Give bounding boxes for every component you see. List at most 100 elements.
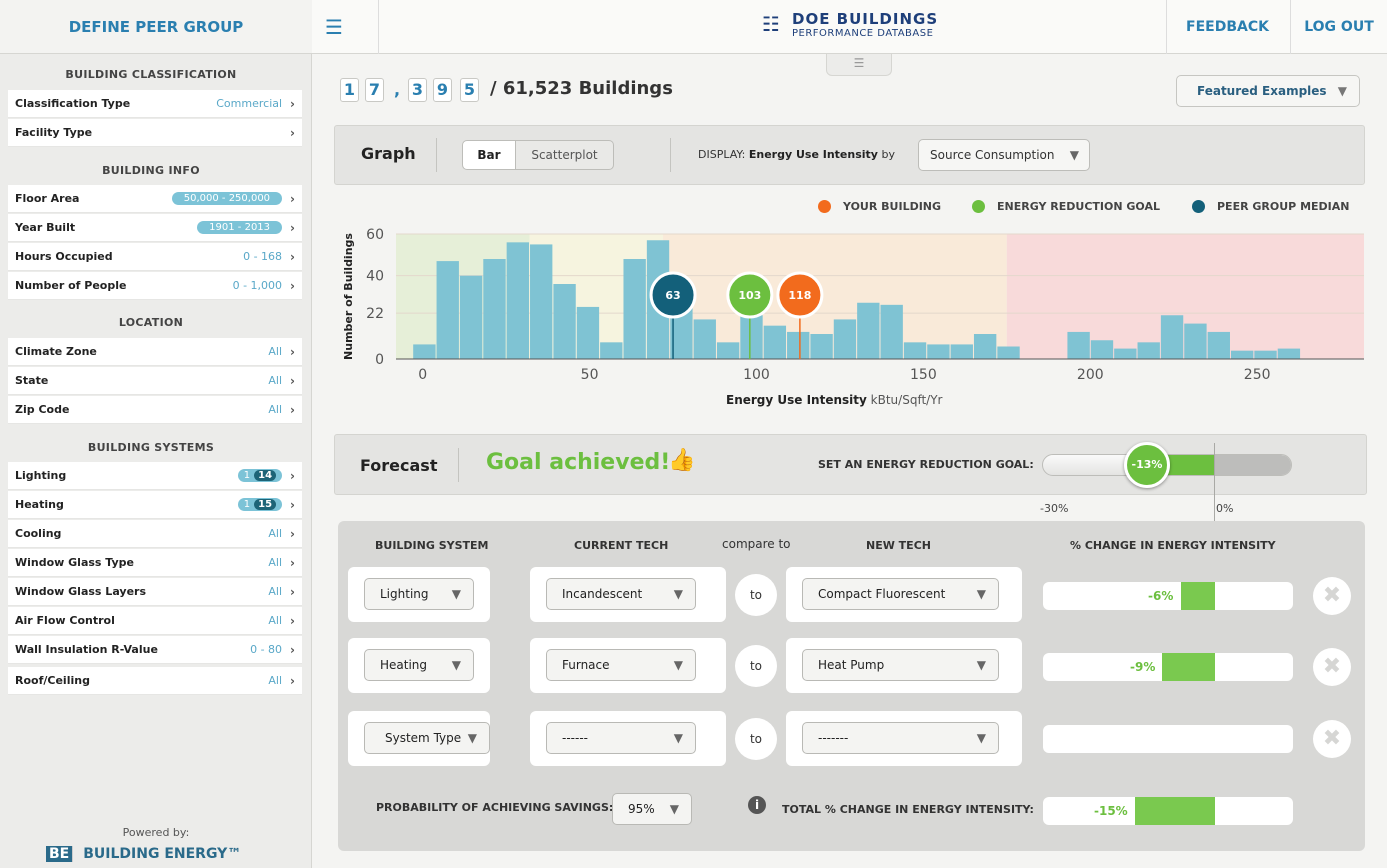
filter-value: All xyxy=(268,403,283,416)
chevron-right-icon: › xyxy=(290,278,295,293)
select-value: Heating xyxy=(380,658,428,672)
filter-label: Climate Zone xyxy=(15,345,97,358)
new-tech-select[interactable]: Compact Fluorescent ▼ xyxy=(802,578,999,610)
chevron-right-icon: › xyxy=(290,125,295,140)
feedback-link[interactable]: FEEDBACK xyxy=(1166,0,1288,54)
hamburger-icon[interactable]: ☰ xyxy=(320,16,348,38)
histogram-bar xyxy=(1160,315,1184,359)
range-pill[interactable]: 50,000 - 250,000 xyxy=(171,192,283,205)
filter-window-glass-layers[interactable]: Window Glass Layers All › xyxy=(8,578,302,606)
filter-climate-zone[interactable]: Climate Zone All › xyxy=(8,338,302,366)
select-value: Heat Pump xyxy=(818,658,885,672)
display-label: DISPLAY: Energy Use Intensity by xyxy=(698,148,895,161)
system-select-lighting[interactable]: Lighting ▼ xyxy=(364,578,474,610)
filter-floor-area[interactable]: Floor Area 50,000 - 250,000 › xyxy=(8,185,302,213)
display-prefix: DISPLAY: xyxy=(698,148,746,161)
filter-window-glass-type[interactable]: Window Glass Type All › xyxy=(8,549,302,577)
filter-label: State xyxy=(15,374,49,387)
count-pill[interactable]: 1 14 xyxy=(237,469,283,482)
probability-select[interactable]: 95% ▼ xyxy=(612,793,692,825)
section-building-systems: BUILDING SYSTEMS xyxy=(87,441,215,454)
marker-label-median: 63 xyxy=(665,289,680,302)
filter-air-flow-control[interactable]: Air Flow Control All › xyxy=(8,607,302,635)
filter-zip-code[interactable]: Zip Code All › xyxy=(8,396,302,424)
display-select[interactable]: Source Consumption ▼ xyxy=(918,139,1090,171)
filter-value: All xyxy=(268,585,283,598)
filter-cooling[interactable]: Cooling All › xyxy=(8,520,302,548)
logo-subtitle: PERFORMANCE DATABASE xyxy=(792,28,934,39)
histogram-bar xyxy=(950,344,973,359)
filter-number-of-people[interactable]: Number of People 0 - 1,000 › xyxy=(8,272,302,300)
new-tech-select[interactable]: ------- ▼ xyxy=(802,722,999,754)
histogram-bar xyxy=(600,342,623,359)
histogram-bar xyxy=(1207,331,1230,359)
change-bar xyxy=(1043,725,1293,753)
display-metric: Energy Use Intensity xyxy=(748,148,878,161)
filter-roof-ceiling[interactable]: Roof/Ceiling All › xyxy=(8,667,302,695)
building-energy-logo[interactable]: BE BUILDING ENERGY™ xyxy=(46,846,241,862)
filter-label: Air Flow Control xyxy=(15,614,115,627)
filter-wall-insulation[interactable]: Wall Insulation R-Value 0 - 80 › xyxy=(8,636,302,664)
count-digit: 5 xyxy=(460,78,479,102)
filter-hours-occupied[interactable]: Hours Occupied 0 - 168 › xyxy=(8,243,302,271)
chevron-right-icon: › xyxy=(290,468,295,483)
system-type-select[interactable]: System Type ▼ xyxy=(364,722,490,754)
current-tech-select[interactable]: Furnace ▼ xyxy=(546,649,696,681)
histogram-bar xyxy=(1137,342,1160,359)
histogram-bar xyxy=(763,325,787,359)
legend-your-building: YOUR BUILDING xyxy=(818,200,941,213)
new-tech-select[interactable]: Heat Pump ▼ xyxy=(802,649,999,681)
to-connector: to xyxy=(735,645,777,687)
total-change-label: TOTAL % CHANGE IN ENERGY INTENSITY: xyxy=(782,803,1034,816)
filter-classification-type[interactable]: Classification Type Commercial › xyxy=(8,90,302,118)
filter-label: Cooling xyxy=(15,527,62,540)
col-header-current: CURRENT TECH xyxy=(574,539,669,552)
total-change-fill xyxy=(1135,797,1215,825)
x-axis-title: Energy Use Intensity xyxy=(726,393,867,407)
filter-state[interactable]: State All › xyxy=(8,367,302,395)
filter-facility-type[interactable]: Facility Type › xyxy=(8,119,302,147)
chevron-right-icon: › xyxy=(290,402,295,417)
info-icon[interactable]: i xyxy=(748,796,766,814)
histogram-bar xyxy=(857,302,880,359)
system-select-heating[interactable]: Heating ▼ xyxy=(364,649,474,681)
featured-examples-dropdown[interactable]: Featured Examples ▼ xyxy=(1176,75,1360,107)
filter-heating[interactable]: Heating 1 15 › xyxy=(8,491,302,519)
count-digit: 3 xyxy=(408,78,427,102)
x-tick-label: 100 xyxy=(743,367,770,383)
collapse-handle[interactable]: ☰ xyxy=(826,54,892,76)
marker-label-goal: 103 xyxy=(738,289,761,302)
histogram-bar xyxy=(1114,348,1137,359)
range-pill[interactable]: 1901 - 2013 xyxy=(197,221,283,234)
tab-bar[interactable]: Bar xyxy=(462,140,516,170)
x-axis-unit: kBtu/Sqft/Yr xyxy=(870,393,943,407)
forecast-title: Forecast xyxy=(360,456,438,475)
filter-value: All xyxy=(268,374,283,387)
filter-year-built[interactable]: Year Built 1901 - 2013 › xyxy=(8,214,302,242)
filter-label: Classification Type xyxy=(15,97,131,110)
remove-row-icon[interactable]: ✖ xyxy=(1313,577,1351,615)
select-value: Incandescent xyxy=(562,587,643,601)
filter-label: Wall Insulation R-Value xyxy=(15,643,158,656)
count-pill[interactable]: 1 15 xyxy=(237,498,283,511)
current-tech-select[interactable]: ------ ▼ xyxy=(546,722,696,754)
select-value: Lighting xyxy=(380,587,429,601)
chevron-right-icon: › xyxy=(290,191,295,206)
remove-row-icon[interactable]: ✖ xyxy=(1313,720,1351,758)
filter-lighting[interactable]: Lighting 1 14 › xyxy=(8,462,302,490)
x-tick-label: 250 xyxy=(1244,367,1271,383)
logout-link[interactable]: LOG OUT xyxy=(1290,0,1387,54)
caret-down-icon: ▼ xyxy=(673,658,683,672)
doe-logo[interactable]: ☷ DOE BUILDINGS PERFORMANCE DATABASE xyxy=(762,10,962,46)
remove-row-icon[interactable]: ✖ xyxy=(1313,648,1351,686)
y-tick-label: 22 xyxy=(366,306,384,322)
tab-scatterplot[interactable]: Scatterplot xyxy=(516,140,614,170)
change-bar-fill xyxy=(1181,582,1215,610)
count-comma: , xyxy=(394,80,401,99)
chevron-right-icon: › xyxy=(290,497,295,512)
count-digit: 7 xyxy=(365,78,384,102)
goal-slider-handle[interactable]: -13% xyxy=(1124,442,1170,488)
legend-swatch xyxy=(972,200,985,213)
x-axis-label: Energy Use Intensity kBtu/Sqft/Yr xyxy=(726,393,942,407)
current-tech-select[interactable]: Incandescent ▼ xyxy=(546,578,696,610)
